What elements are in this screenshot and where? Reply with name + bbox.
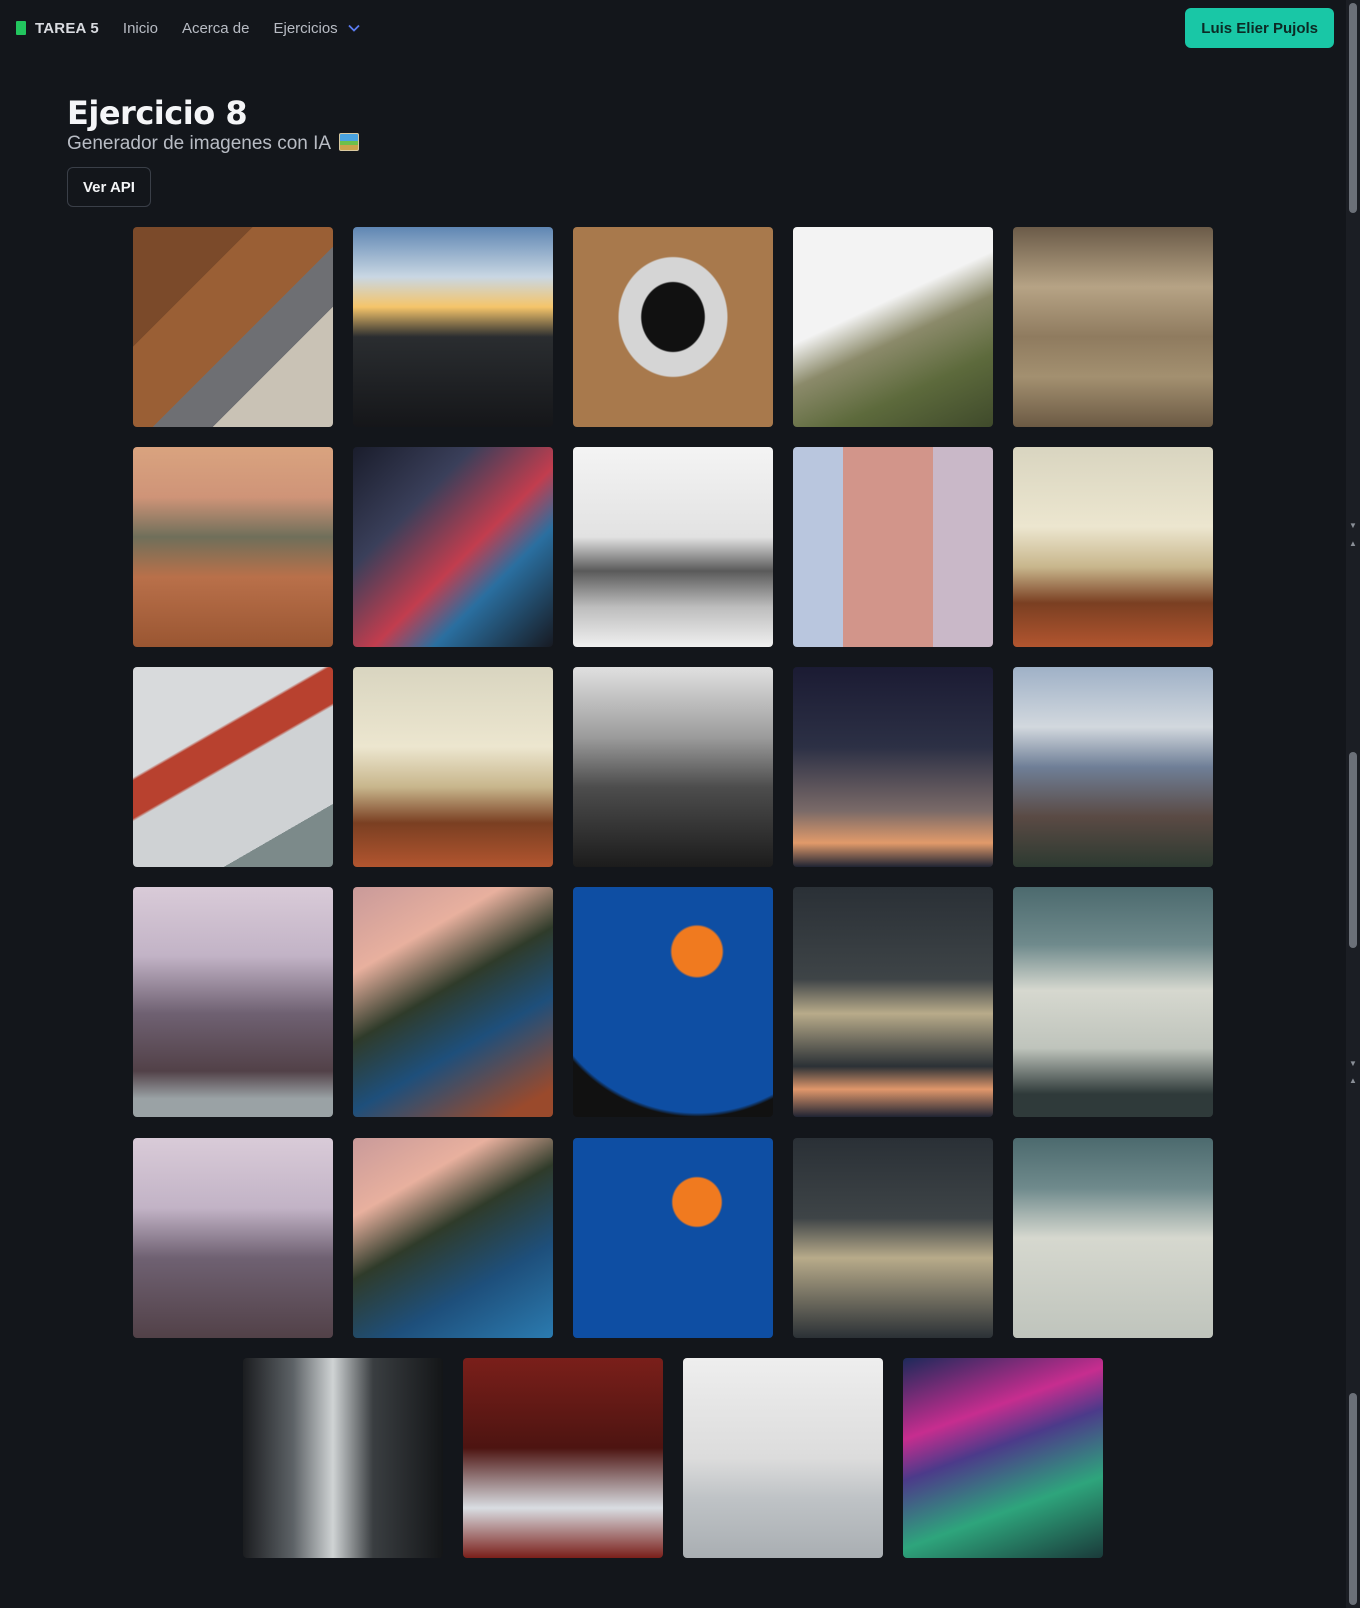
gallery-image-jellyfish-2[interactable] <box>573 1138 773 1338</box>
nav-dropdown-label: Ejercicios <box>273 19 338 37</box>
gallery-image-calm-sea[interactable] <box>683 1358 883 1558</box>
page-subtitle: Generador de imagenes con IA <box>67 133 360 155</box>
gallery-image-pink-mountains-2[interactable] <box>133 1138 333 1338</box>
brand[interactable]: TAREA 5 <box>16 20 99 37</box>
framed-picture-icon <box>339 133 360 151</box>
gallery-image-cloudy-peaks[interactable] <box>573 447 773 647</box>
gallery-image-sunset-jump[interactable] <box>353 227 553 427</box>
nav-link-acerca-de[interactable]: Acerca de <box>182 20 250 37</box>
gallery-image-open-book-2[interactable] <box>353 667 553 867</box>
gallery-image-leaning-tower[interactable] <box>793 447 993 647</box>
scrollbar-thumb-3[interactable] <box>1349 1393 1357 1605</box>
gallery-image-dusk-horizon[interactable] <box>793 667 993 867</box>
scroll-up-arrow-icon[interactable]: ▲ <box>1348 540 1358 548</box>
nav-dropdown-ejercicios[interactable]: Ejercicios <box>273 19 360 37</box>
book-icon <box>16 21 26 35</box>
scrollbar-thumb-2[interactable] <box>1349 752 1357 948</box>
page-subtitle-text: Generador de imagenes con IA <box>67 133 332 154</box>
brand-name: TAREA 5 <box>35 19 99 37</box>
gallery-image-golden-gate[interactable] <box>133 667 333 867</box>
gallery-image-misty-forest[interactable] <box>243 1358 443 1558</box>
gallery-image-laptop-coffee[interactable] <box>573 227 773 427</box>
nav-link-inicio[interactable]: Inicio <box>123 20 158 37</box>
gallery-image-pink-mountains[interactable] <box>133 887 333 1117</box>
view-api-button[interactable]: Ver API <box>67 167 151 207</box>
gallery-image-space-station[interactable] <box>903 1358 1103 1558</box>
gallery-image-sailboat[interactable] <box>463 1358 663 1558</box>
scroll-down-arrow-icon[interactable]: ▼ <box>1348 522 1358 530</box>
page-scrollbar[interactable]: ▼ ▲ ▼ ▲ <box>1346 0 1360 1608</box>
gallery-image-map-desk-2[interactable] <box>1013 1138 1213 1338</box>
gallery-image-stone-wall-2[interactable] <box>793 1138 993 1338</box>
gallery-image-foggy-skyline[interactable] <box>573 667 773 867</box>
page-title: Ejercicio 8 <box>67 94 248 132</box>
gallery-image-stone-wall[interactable] <box>793 887 993 1117</box>
user-button[interactable]: Luis Elier Pujols <box>1185 8 1334 48</box>
gallery-image-sepia-hills[interactable] <box>1013 227 1213 427</box>
gallery-image-coastal-road-2[interactable] <box>353 1138 553 1338</box>
top-navbar: TAREA 5 Inicio Acerca de Ejercicios Luis… <box>0 0 1346 56</box>
gallery-image-coastal-road[interactable] <box>353 887 553 1117</box>
gallery-image-laptop-desk[interactable] <box>133 227 333 427</box>
gallery-image-open-book[interactable] <box>1013 447 1213 647</box>
scroll-up-arrow-icon-2[interactable]: ▲ <box>1348 1077 1358 1085</box>
gallery-image-jellyfish[interactable] <box>573 887 773 1117</box>
chevron-down-icon <box>348 24 360 32</box>
gallery-image-foggy-forest[interactable] <box>793 227 993 427</box>
gallery-image-city-night[interactable] <box>353 447 553 647</box>
gallery-image-sunset-sea[interactable] <box>133 447 333 647</box>
scrollbar-thumb[interactable] <box>1349 3 1357 213</box>
scroll-down-arrow-icon-2[interactable]: ▼ <box>1348 1060 1358 1068</box>
gallery-image-map-desk[interactable] <box>1013 887 1213 1117</box>
gallery-image-matterhorn[interactable] <box>1013 667 1213 867</box>
